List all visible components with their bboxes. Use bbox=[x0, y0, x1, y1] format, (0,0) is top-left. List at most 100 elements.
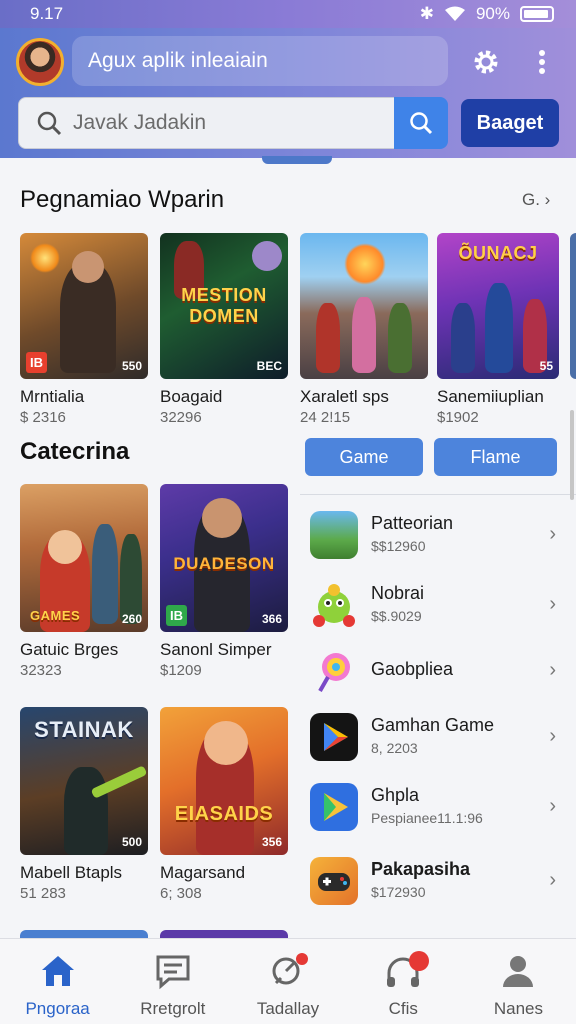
featured-card[interactable]: IB 550 Mrntialia $ 2316 bbox=[20, 233, 148, 426]
card-title: Sanonl Simper bbox=[160, 640, 272, 659]
see-all-label: G. bbox=[522, 190, 540, 209]
game-thumbnail: EIASAIDS 356 bbox=[160, 707, 288, 855]
game-thumbnail: GAMES 260 bbox=[20, 484, 148, 632]
search-icon bbox=[410, 112, 433, 135]
list-item[interactable]: Gamhan Game 8, 2203 › bbox=[308, 707, 564, 767]
thumbnail-art-text: MESTION DOMEN bbox=[181, 285, 267, 326]
search-icon bbox=[37, 111, 62, 136]
card-price: 32323 bbox=[20, 662, 62, 679]
featured-card[interactable]: ÕUNACJ 55 Sanemiiuplian $1902 bbox=[437, 233, 559, 426]
chevron-right-icon: › bbox=[549, 869, 556, 891]
battery-icon bbox=[520, 6, 554, 22]
featured-card[interactable]: MESTION DOMEN BEC Boagaid 32296 bbox=[160, 233, 288, 426]
see-all-link[interactable]: G. › bbox=[522, 190, 550, 210]
nav-item-home[interactable]: Pngoraa bbox=[0, 939, 115, 1024]
categories-section-title: Catecrina bbox=[20, 438, 130, 465]
game-thumbnail: ÕUNACJ 55 bbox=[437, 233, 559, 379]
list-item[interactable]: Patteorian $$12960 › bbox=[308, 505, 564, 565]
nav-item-messages[interactable]: Rretgrolt bbox=[115, 939, 230, 1024]
category-card-peek[interactable] bbox=[20, 930, 148, 938]
avatar[interactable] bbox=[16, 38, 64, 86]
list-item-title: Nobrai bbox=[371, 583, 425, 603]
list-item-title: Patteorian bbox=[371, 513, 454, 533]
search-input[interactable] bbox=[63, 111, 363, 135]
game-thumbnail: MESTION DOMEN BEC bbox=[160, 233, 288, 379]
category-card[interactable]: DUADESON IB 366 Sanonl Simper $1209 bbox=[160, 484, 288, 679]
card-price: 6; 308 bbox=[160, 885, 202, 902]
chevron-right-icon: › bbox=[549, 725, 556, 747]
card-title: Boagaid bbox=[160, 387, 223, 406]
list-item-subtitle: $$12960 bbox=[371, 538, 426, 554]
nav-item-search[interactable]: Tadallay bbox=[230, 939, 345, 1024]
featured-card-peek[interactable] bbox=[570, 233, 576, 379]
nav-label: Cfis bbox=[388, 999, 418, 1018]
category-chip-flame[interactable]: Flame bbox=[434, 438, 557, 476]
chat-icon bbox=[151, 949, 195, 993]
nav-item-files[interactable]: Cfis bbox=[346, 939, 461, 1024]
nav-label: Pngoraa bbox=[25, 999, 90, 1018]
featured-card[interactable]: Xaraletl sps 24 2!15 bbox=[300, 233, 428, 426]
thumbnail-tag: 260 bbox=[121, 612, 142, 626]
list-item[interactable]: Pakapasiha $172930 › bbox=[308, 851, 564, 911]
status-bar: 9.17 ✱ 90% bbox=[0, 0, 576, 28]
category-list: Patteorian $$12960 › Nobrai $$.9029 › Ga… bbox=[300, 494, 576, 905]
list-item-subtitle: Pespianee11.1:96 bbox=[371, 810, 483, 826]
nav-item-profile[interactable]: Nanes bbox=[461, 939, 576, 1024]
chevron-right-icon: › bbox=[549, 659, 556, 681]
game-thumbnail: STAINAK 500 bbox=[20, 707, 148, 855]
game-thumbnail: DUADESON IB 366 bbox=[160, 484, 288, 632]
notification-dot bbox=[296, 953, 308, 965]
category-chip-game[interactable]: Game bbox=[305, 438, 423, 476]
card-title: Mrntialia bbox=[20, 387, 85, 406]
card-price: $ 2316 bbox=[20, 409, 66, 426]
gamepad-icon bbox=[310, 857, 358, 905]
category-card[interactable]: STAINAK 500 Mabell Btapls 51 283 bbox=[20, 707, 148, 902]
more-vertical-icon bbox=[539, 50, 545, 74]
search-submit-button[interactable] bbox=[394, 97, 448, 149]
list-item-subtitle: $172930 bbox=[371, 884, 426, 900]
game-thumbnail-icon bbox=[310, 511, 358, 559]
list-item[interactable]: Nobrai $$.9029 › bbox=[308, 575, 564, 635]
thumbnail-tag: 500 bbox=[121, 835, 142, 849]
rating-badge: IB bbox=[26, 352, 47, 373]
card-price: $1902 bbox=[437, 409, 479, 426]
nav-label: Tadallay bbox=[256, 999, 320, 1018]
thumbnail-art-text: GAMES bbox=[30, 608, 81, 623]
app-title-text: Agux aplik inleaiain bbox=[88, 49, 268, 72]
nav-label: Nanes bbox=[493, 999, 543, 1018]
notification-badge bbox=[409, 951, 430, 971]
battery-level: 90% bbox=[475, 4, 510, 23]
card-title: Sanemiiuplian bbox=[437, 387, 544, 406]
category-card[interactable]: GAMES 260 Gatuic Brges 32323 bbox=[20, 484, 148, 679]
chevron-right-icon: › bbox=[549, 523, 556, 545]
tab-indicator bbox=[262, 156, 332, 164]
thumbnail-tag: 356 bbox=[261, 835, 282, 849]
wifi-icon bbox=[444, 6, 465, 21]
rating-badge: IB bbox=[166, 605, 187, 626]
settings-button[interactable] bbox=[468, 44, 504, 80]
list-item[interactable]: Gaobpliea › bbox=[308, 641, 564, 701]
thumbnail-tag: 55 bbox=[539, 359, 553, 373]
thumbnail-tag: 366 bbox=[261, 612, 282, 626]
thumbnail-tag: 550 bbox=[121, 359, 142, 373]
status-icons: ✱ 90% bbox=[420, 4, 554, 24]
scrollbar[interactable] bbox=[570, 410, 574, 500]
list-item[interactable]: Ghpla Pespianee11.1:96 › bbox=[308, 777, 564, 837]
blob-character-icon bbox=[313, 584, 355, 627]
thumbnail-art-text: ÕUNACJ bbox=[458, 243, 538, 263]
chevron-right-icon: › bbox=[549, 593, 556, 615]
card-price: 32296 bbox=[160, 409, 202, 426]
featured-section-title: Pegnamiao Wparin bbox=[20, 186, 225, 213]
nav-label: Rretgrolt bbox=[140, 999, 206, 1018]
primary-action-button[interactable]: Baaget bbox=[461, 99, 559, 147]
card-title: Xaraletl sps bbox=[300, 387, 389, 406]
card-price: $1209 bbox=[160, 662, 202, 679]
bluetooth-icon: ✱ bbox=[419, 4, 434, 23]
more-options-button[interactable] bbox=[524, 44, 560, 80]
game-thumbnail: IB 550 bbox=[20, 233, 148, 379]
search-bar bbox=[18, 97, 422, 149]
card-price: 51 283 bbox=[20, 885, 66, 902]
thumbnail-tag: BEC bbox=[256, 359, 282, 373]
category-card-peek[interactable] bbox=[160, 930, 288, 938]
category-card[interactable]: EIASAIDS 356 Magarsand 6; 308 bbox=[160, 707, 288, 902]
